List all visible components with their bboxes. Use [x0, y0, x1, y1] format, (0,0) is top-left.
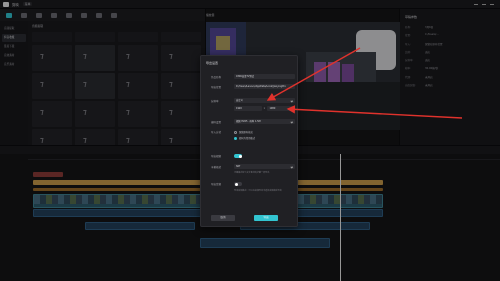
import-option-label: 保留原有格式	[239, 131, 253, 134]
audio-hint-row: 导出音频格式：可以在音频导出中选择音频格式导出	[234, 190, 294, 193]
resolution-select[interactable]: 自定义	[234, 98, 295, 103]
import-mode-row: 导入方式 保留原有格式 转码为常用格式	[211, 130, 295, 140]
import-option[interactable]: 保留原有格式	[234, 130, 255, 134]
import-option[interactable]: 转码为常用格式	[234, 136, 255, 140]
width-input[interactable]: 1920	[234, 106, 262, 111]
chevron-down-icon	[291, 165, 294, 168]
resolution-size-row: 1920 × 1080	[211, 106, 295, 111]
subtitle-format-value: SRT	[236, 165, 241, 168]
resolution-size: 1920 × 1080	[234, 106, 295, 111]
field-label: 字幕格式	[211, 165, 222, 169]
chevron-down-icon	[291, 120, 294, 123]
export-audio-toggle[interactable]	[234, 182, 242, 186]
height-input[interactable]: 1080	[267, 106, 295, 111]
subtitle-format-row: 字幕格式 SRT	[211, 164, 295, 169]
subtitle-hint: 字幕格式将与文字素材的字幕一同导出	[234, 172, 270, 174]
audio-hint: 导出音频格式：可以在音频导出中选择音频格式导出	[234, 190, 282, 192]
field-label: 作品名称	[211, 75, 222, 79]
resolution-row: 分辨率 自定义	[211, 98, 295, 103]
export-video-row: 导出视频	[211, 154, 295, 158]
work-name-input[interactable]: 0306高清TV测试	[234, 74, 295, 79]
cancel-button[interactable]: 取消	[211, 215, 235, 221]
encoding-select[interactable]: 视频 H265 · 码率 1.5M	[234, 119, 295, 124]
export-path-row: 导出位置 D:/Users/Lenovo/AppData/Local/Jiany…	[211, 84, 295, 89]
radio-selected-icon	[234, 136, 237, 140]
export-path-input[interactable]: D:/Users/Lenovo/AppData/Local/JianyingPr…	[234, 84, 295, 89]
encoding-row: 编码设置 视频 H265 · 码率 1.5M	[211, 119, 295, 124]
export-video-toggle[interactable]	[234, 154, 242, 158]
field-label: 导出位置	[211, 85, 222, 89]
field-label: 分辨率	[211, 99, 219, 103]
times-icon: ×	[263, 107, 266, 110]
export-audio-row: 导出音频	[211, 182, 295, 186]
field-label: 编码设置	[211, 120, 222, 124]
export-dialog: 导出设置 作品名称 0306高清TV测试 导出位置 D:/Users/Lenov…	[200, 55, 298, 227]
import-mode-options: 保留原有格式 转码为常用格式	[234, 130, 255, 140]
encoding-select-value: 视频 H265 · 码率 1.5M	[236, 120, 261, 123]
field-label: 导入方式	[211, 131, 222, 134]
radio-icon	[234, 130, 237, 134]
field-label: 导出视频	[211, 155, 222, 158]
import-option-label: 转码为常用格式	[239, 137, 256, 140]
field-label: 导出音频	[211, 183, 222, 186]
work-name-row: 作品名称 0306高清TV测试	[211, 74, 295, 79]
chevron-down-icon	[291, 99, 294, 102]
subtitle-hint-row: 字幕格式将与文字素材的字幕一同导出	[234, 172, 294, 175]
subtitle-format-select[interactable]: SRT	[234, 164, 295, 169]
dialog-title: 导出设置	[206, 61, 219, 65]
export-button[interactable]: 导出	[254, 215, 278, 221]
resolution-select-value: 自定义	[236, 99, 243, 102]
